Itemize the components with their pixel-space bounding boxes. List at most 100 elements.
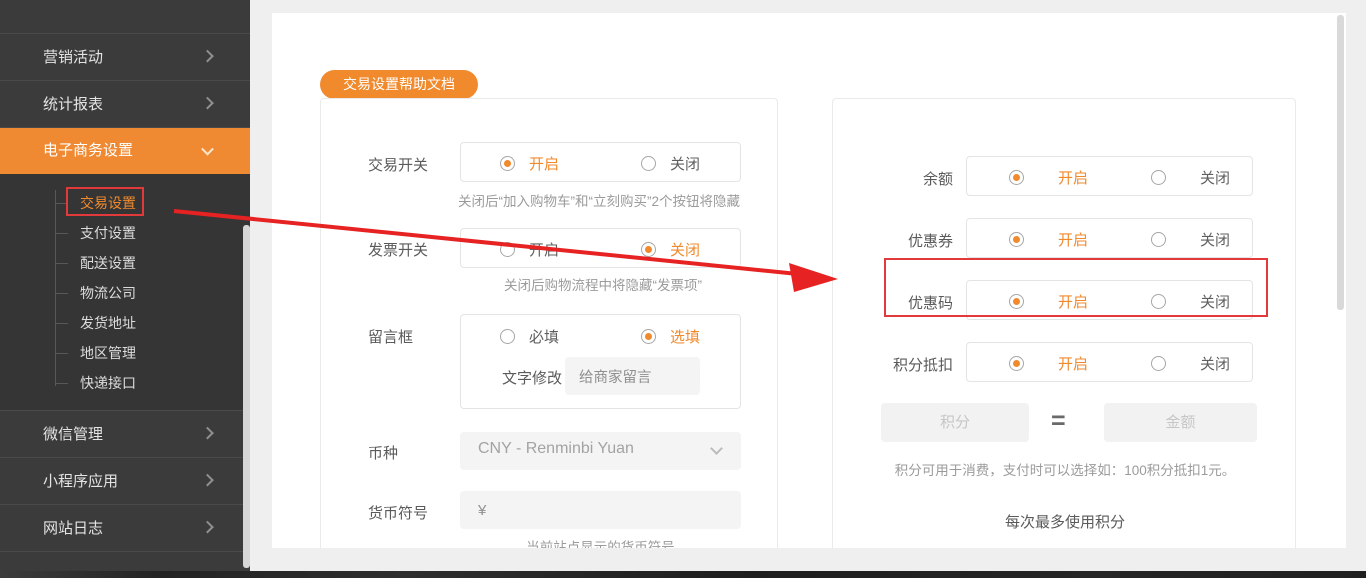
field-label-promo-code: 优惠码 — [907, 295, 953, 312]
radio-selected-icon[interactable] — [1009, 355, 1024, 371]
radio-group-on[interactable]: 开启 — [500, 153, 559, 174]
subitem-label: 配送设置 — [80, 255, 136, 271]
radio-group-on[interactable]: 开启 — [1009, 229, 1088, 250]
radio-group-on[interactable]: 开启 — [1009, 167, 1088, 188]
radio-label[interactable]: 关闭 — [670, 239, 700, 260]
helper-text-trade-switch: 关闭后“加入购物车”和“立刻购买”2个按钮将隐藏 — [458, 194, 740, 209]
field-label-currency-symbol: 货币符号 — [368, 505, 429, 522]
sidebar-subitem-trade-settings[interactable]: 交易设置 — [0, 188, 250, 218]
sidebar-item-ecommerce[interactable]: 电子商务设置 — [0, 128, 250, 174]
subitem-label: 快递接口 — [80, 375, 136, 391]
sidebar-item-label: 微信管理 — [43, 426, 104, 443]
radio-selected-icon[interactable] — [938, 547, 953, 548]
radio-group-ratio-value[interactable]: 比例值 — [1126, 547, 1200, 548]
currency-select-value: CNY - Renminbi Yuan — [478, 440, 634, 457]
radio-label[interactable]: 固定值 — [967, 545, 1012, 549]
sidebar-item-wechat[interactable]: 微信管理 — [0, 411, 250, 458]
sidebar-subitem-delivery-settings[interactable]: 配送设置 — [0, 248, 250, 278]
radio-selected-icon[interactable] — [500, 155, 515, 171]
radio-label[interactable]: 关闭 — [1200, 229, 1230, 250]
field-label-coupon: 优惠券 — [907, 233, 953, 250]
points-input[interactable] — [881, 403, 1029, 442]
radio-label[interactable]: 关闭 — [1200, 291, 1230, 312]
radio-group-off[interactable]: 关闭 — [1151, 291, 1230, 312]
field-label-message-box: 留言框 — [368, 329, 414, 346]
sidebar-subitem-payment-settings[interactable]: 支付设置 — [0, 218, 250, 248]
radio-label[interactable]: 开启 — [529, 239, 559, 260]
field-label-currency: 币种 — [368, 445, 399, 462]
radio-label[interactable]: 比例值 — [1155, 545, 1200, 549]
radio-unselected-icon[interactable] — [500, 328, 515, 344]
field-label-invoice-switch: 发票开关 — [368, 242, 429, 259]
chevron-right-icon — [201, 426, 214, 440]
chevron-right-icon — [201, 96, 214, 110]
radio-selected-icon[interactable] — [641, 328, 656, 344]
radio-group-optional[interactable]: 选填 — [641, 326, 700, 347]
sidebar-item-miniprogram[interactable]: 小程序应用 — [0, 458, 250, 505]
chevron-right-icon — [201, 520, 214, 534]
radio-label[interactable]: 开启 — [1058, 291, 1088, 312]
currency-select[interactable]: CNY - Renminbi Yuan — [460, 432, 741, 470]
radio-group-on[interactable]: 开启 — [1009, 291, 1088, 312]
sidebar-top-spacer — [0, 0, 250, 34]
radio-unselected-icon[interactable] — [1151, 231, 1166, 247]
sidebar-item-label: 统计报表 — [43, 96, 104, 113]
radio-label[interactable]: 关闭 — [1200, 167, 1230, 188]
sidebar-item-label: 网站日志 — [43, 520, 104, 537]
main-scrollbar[interactable] — [1337, 15, 1344, 310]
radio-selected-icon[interactable] — [1009, 169, 1024, 185]
max-points-title: 每次最多使用积分 — [1004, 514, 1125, 531]
taskbar-strip — [0, 571, 1366, 578]
sidebar-item-stats[interactable]: 统计报表 — [0, 81, 250, 128]
radio-label[interactable]: 开启 — [1058, 167, 1088, 188]
coupon-option-box: 开启 关闭 — [966, 218, 1253, 258]
radio-unselected-icon[interactable] — [641, 155, 656, 171]
currency-symbol-input[interactable] — [460, 491, 741, 529]
chevron-right-icon — [201, 473, 214, 487]
radio-label[interactable]: 开启 — [1058, 353, 1088, 374]
chevron-down-icon — [710, 442, 723, 455]
sidebar-item-site-logs[interactable]: 网站日志 — [0, 505, 250, 552]
radio-group-off[interactable]: 关闭 — [1151, 167, 1230, 188]
helper-text-points-rule: 积分可用于消费，支付时可以选择如：100积分抵扣1元。 — [894, 463, 1236, 478]
radio-unselected-icon[interactable] — [500, 241, 515, 257]
subitem-label: 地区管理 — [80, 345, 136, 361]
radio-group-off[interactable]: 关闭 — [1151, 353, 1230, 374]
radio-label[interactable]: 选填 — [670, 326, 700, 347]
sidebar-subitem-region-management[interactable]: 地区管理 — [0, 338, 250, 368]
radio-unselected-icon[interactable] — [1151, 293, 1166, 309]
radio-group-required[interactable]: 必填 — [500, 326, 559, 347]
radio-group-off[interactable]: 关闭 — [1151, 229, 1230, 250]
sidebar-scrollbar[interactable] — [243, 225, 250, 568]
sidebar-subitem-logistics-company[interactable]: 物流公司 — [0, 278, 250, 308]
radio-group-on[interactable]: 开启 — [1009, 353, 1088, 374]
helper-text-invoice-switch: 关闭后购物流程中将隐藏“发票项” — [504, 278, 702, 293]
radio-unselected-icon[interactable] — [1151, 355, 1166, 371]
promo-code-option-box: 开启 关闭 — [966, 280, 1253, 320]
sidebar-submenu: 交易设置 支付设置 配送设置 物流公司 发货地址 地区管理 快递接口 — [0, 174, 250, 411]
radio-group-on[interactable]: 开启 — [500, 239, 559, 260]
message-text-input[interactable] — [565, 357, 700, 395]
radio-group-fixed-value[interactable]: 固定值 — [938, 547, 1012, 548]
radio-unselected-icon[interactable] — [1151, 169, 1166, 185]
radio-label[interactable]: 开启 — [529, 153, 559, 174]
radio-label[interactable]: 关闭 — [670, 153, 700, 174]
radio-label[interactable]: 开启 — [1058, 229, 1088, 250]
sidebar-subitem-express-interface[interactable]: 快递接口 — [0, 368, 250, 398]
radio-label[interactable]: 关闭 — [1200, 353, 1230, 374]
radio-group-off[interactable]: 关闭 — [641, 239, 700, 260]
points-deduction-option-box: 开启 关闭 — [966, 342, 1253, 382]
radio-selected-icon[interactable] — [1009, 293, 1024, 309]
help-doc-button[interactable]: 交易设置帮助文档 — [320, 70, 478, 99]
amount-input[interactable] — [1104, 403, 1257, 442]
radio-selected-icon[interactable] — [1009, 231, 1024, 247]
sidebar-item-marketing[interactable]: 营销活动 — [0, 34, 250, 81]
radio-unselected-icon[interactable] — [1126, 547, 1141, 548]
field-label-points-deduction: 积分抵扣 — [892, 357, 953, 374]
sidebar-subitem-shipping-address[interactable]: 发货地址 — [0, 308, 250, 338]
radio-label[interactable]: 必填 — [529, 326, 559, 347]
radio-group-off[interactable]: 关闭 — [641, 153, 700, 174]
radio-selected-icon[interactable] — [641, 241, 656, 257]
balance-option-box: 开启 关闭 — [966, 156, 1253, 196]
helper-text-currency-symbol: 当前站点显示的货币符号 — [526, 540, 675, 548]
